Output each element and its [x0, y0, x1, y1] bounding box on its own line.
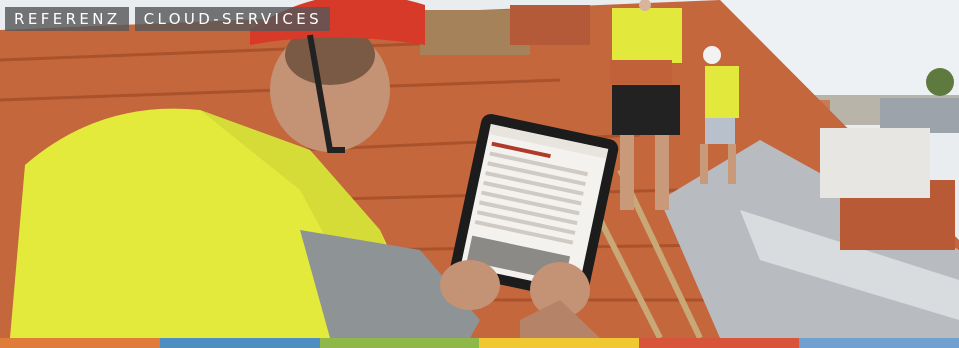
- tag-referenz: REFERENZ: [5, 7, 129, 31]
- stripe-segment-blue: [159, 338, 320, 348]
- reference-tags: REFERENZ CLOUD-SERVICES: [5, 7, 331, 31]
- color-stripe: [0, 338, 959, 348]
- stripe-segment-lightblue: [799, 338, 959, 348]
- stripe-segment-green: [319, 338, 480, 348]
- stripe-segment-red: [639, 338, 800, 348]
- stripe-segment-yellow: [479, 338, 640, 348]
- roof-worker-photo: [0, 0, 959, 338]
- reference-banner: REFERENZ CLOUD-SERVICES: [0, 0, 959, 348]
- stripe-segment-orange: [0, 338, 160, 348]
- tag-cloud-services: CLOUD-SERVICES: [134, 7, 331, 31]
